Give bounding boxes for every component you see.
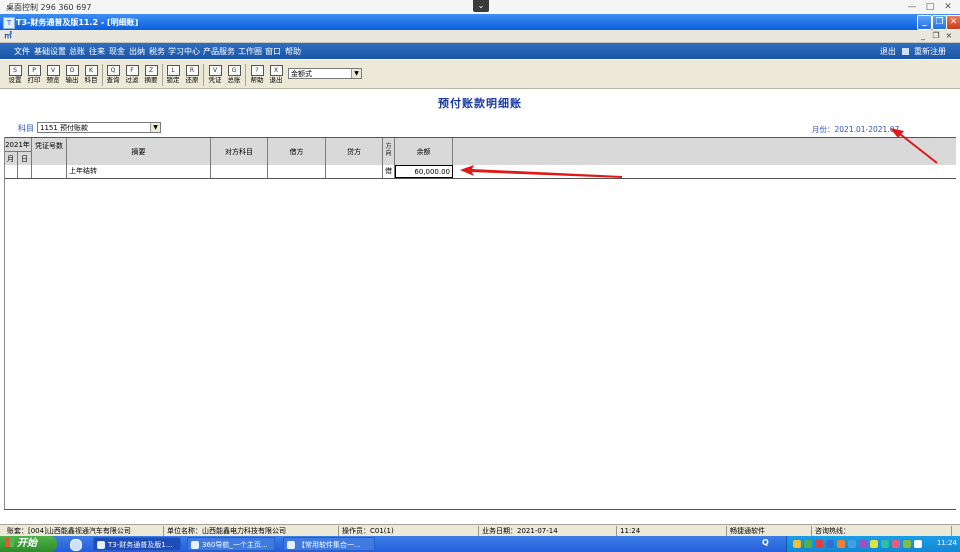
tray-app-icon[interactable]	[826, 540, 834, 548]
status-time: 11:24	[617, 526, 727, 536]
status-vendor: 畅捷通软件	[727, 526, 812, 536]
tray-app-icon[interactable]	[903, 540, 911, 548]
system-tray: 11:24	[786, 536, 960, 552]
status-hotline: 咨询热线：	[812, 526, 952, 536]
folder-icon	[287, 541, 295, 549]
tray-app-icon[interactable]	[804, 540, 812, 548]
annotation-arrows	[460, 128, 938, 178]
tray-app-icon[interactable]	[881, 540, 889, 548]
annotation-arrow-balance	[460, 165, 622, 178]
browser-360-icon	[191, 541, 199, 549]
tray-app-icon[interactable]	[892, 540, 900, 548]
tray-app-icon[interactable]	[870, 540, 878, 548]
task-label: 360导航_一个主页...	[202, 541, 268, 549]
tray-app-icon[interactable]	[848, 540, 856, 548]
t3-app-icon	[97, 541, 105, 549]
task-label: T3-财务通普及版1...	[108, 541, 173, 549]
status-date: 业务日期：2021-07-14	[479, 526, 617, 536]
taskbar-task-360[interactable]: 360导航_一个主页...	[187, 537, 275, 551]
status-unit: 单位名称：山西能鑫电力科技有限公司	[164, 526, 339, 536]
start-button[interactable]: 开始	[0, 536, 57, 552]
tray-app-icon[interactable]	[815, 540, 823, 548]
tray-app-icon[interactable]	[859, 540, 867, 548]
start-label: 开始	[17, 538, 37, 549]
volume-icon[interactable]	[914, 540, 922, 548]
quick-launch-ie-icon[interactable]	[70, 539, 82, 551]
taskbar-task-t3[interactable]: T3-财务通普及版1...	[93, 537, 181, 551]
status-operator: 操作员：C01(1)	[339, 526, 479, 536]
task-label: 【常用软件集合一...	[298, 541, 361, 549]
taskbar-clock: 11:24	[936, 539, 957, 547]
taskbar-q-button[interactable]: Q	[762, 538, 769, 547]
tray-app-icon[interactable]	[793, 540, 801, 548]
annotation-arrow-month-shaft	[899, 133, 938, 164]
windows-taskbar: 开始 T3-财务通普及版1... 360导航_一个主页... 【常用软件集合一.…	[0, 536, 960, 552]
tray-app-icon[interactable]	[837, 540, 845, 548]
taskbar-task-software[interactable]: 【常用软件集合一...	[283, 537, 375, 551]
windows-flag-icon	[5, 538, 14, 547]
status-account: 账套：[004]山西能鑫视通汽车有限公司	[4, 526, 164, 536]
